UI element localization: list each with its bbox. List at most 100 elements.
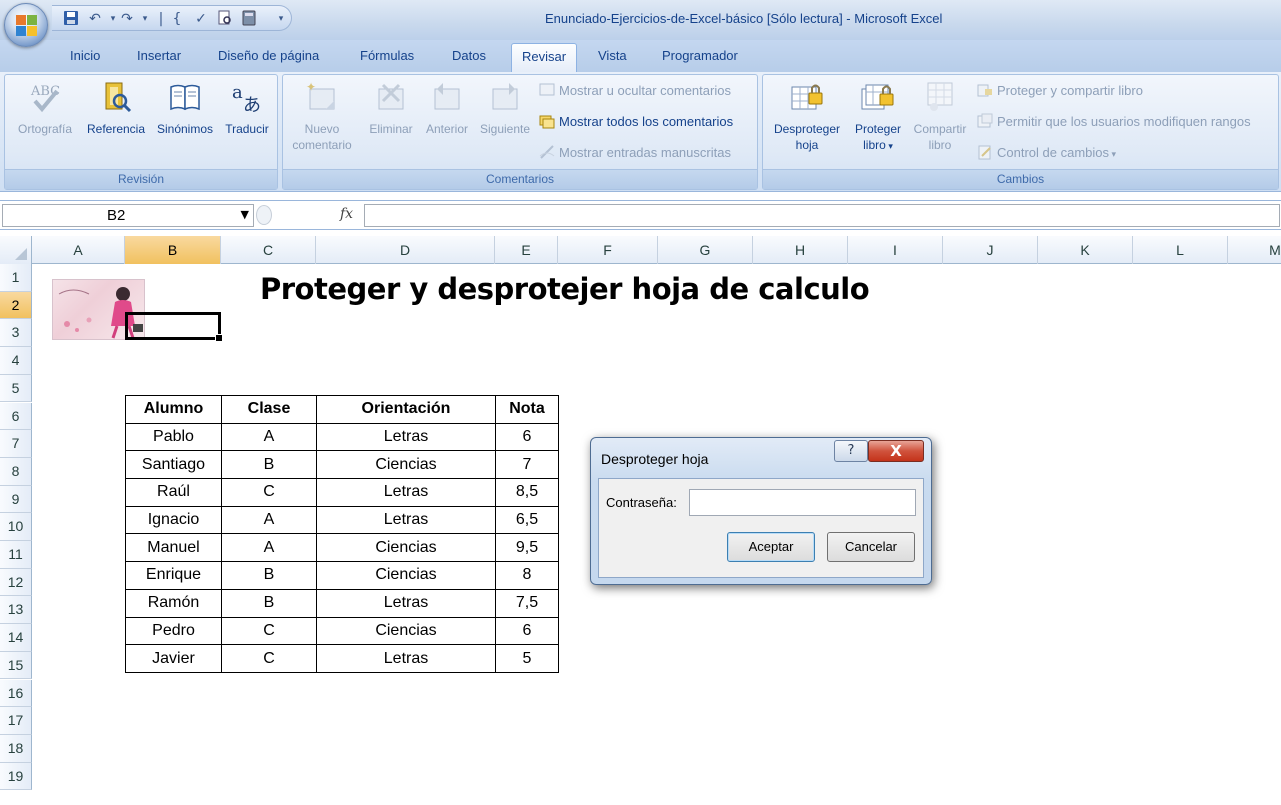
tab-formulas[interactable]: Fórmulas [360,48,414,63]
close-button[interactable]: X [868,440,924,462]
row-header-12[interactable]: 12 [0,568,32,597]
anterior-comentario-button[interactable]: Anterior [419,79,475,137]
row-header-8[interactable]: 8 [0,457,32,486]
row-header-9[interactable]: 9 [0,485,32,514]
row-header-17[interactable]: 17 [0,707,32,735]
row-header-2[interactable]: 2 [0,291,32,320]
cell-clase[interactable]: B [221,561,317,590]
save-icon[interactable] [62,10,80,28]
header-nota[interactable]: Nota [495,395,559,424]
cell-nota[interactable]: 7 [495,450,559,480]
row-header-1[interactable]: 1 [0,264,32,292]
tab-revisar[interactable]: Revisar [511,43,578,73]
column-header-a[interactable]: A [32,236,125,264]
tab-programador[interactable]: Programador [662,48,738,63]
cell-alumno[interactable]: Raúl [125,478,222,507]
cell-nota[interactable]: 6 [495,616,559,646]
control-cambios-button[interactable]: Control de cambios ▾ [977,143,1116,163]
ortografia-button[interactable]: ABC Ortografía [9,79,81,137]
help-button[interactable]: ? [834,440,868,462]
column-header-e[interactable]: E [495,236,558,264]
referencia-button[interactable]: Referencia [82,79,150,137]
column-header-b[interactable]: B [125,236,221,264]
cell-orientacion[interactable]: Ciencias [316,450,496,480]
cell-nota[interactable]: 6,5 [495,505,559,535]
mostrar-entradas-manuscritas-button[interactable]: Mostrar entradas manuscritas [539,143,731,163]
tab-diseno-pagina[interactable]: Diseño de página [218,48,319,63]
row-header-16[interactable]: 16 [0,679,32,708]
aceptar-button[interactable]: Aceptar [727,532,815,562]
row-header-7[interactable]: 7 [0,430,32,458]
cell-alumno[interactable]: Enrique [125,561,222,590]
cell-nota[interactable]: 9,5 [495,533,559,563]
column-header-k[interactable]: K [1038,236,1133,264]
cell-clase[interactable]: C [221,644,317,673]
permitir-usuarios-rangos-button[interactable]: Permitir que los usuarios modifiquen ran… [977,112,1251,132]
column-header-m[interactable]: M [1228,236,1281,264]
cell-alumno[interactable]: Javier [125,644,222,673]
tab-vista[interactable]: Vista [598,48,627,63]
row-header-6[interactable]: 6 [0,402,32,431]
header-alumno[interactable]: Alumno [125,395,222,424]
cell-clase[interactable]: C [221,616,317,646]
cell-nota[interactable]: 7,5 [495,588,559,618]
tab-insertar[interactable]: Insertar [137,48,181,63]
sinonimos-button[interactable]: Sinónimos [151,79,219,137]
header-clase[interactable]: Clase [221,395,317,424]
traducir-button[interactable]: aあ Traducir [219,79,275,137]
tab-inicio[interactable]: Inicio [70,48,100,63]
column-header-j[interactable]: J [943,236,1038,264]
customize-qat-icon[interactable]: ▾ [272,10,290,28]
cell-orientacion[interactable]: Ciencias [316,533,496,563]
column-header-l[interactable]: L [1133,236,1228,264]
formula-bar-grip-icon[interactable] [256,205,272,225]
siguiente-comentario-button[interactable]: Siguiente [475,79,535,137]
cell-clase[interactable]: A [221,533,317,563]
redo-icon[interactable]: ↷ [118,10,136,28]
cell-alumno[interactable]: Santiago [125,450,222,480]
cell-nota[interactable]: 8,5 [495,478,559,507]
row-header-19[interactable]: 19 [0,762,32,791]
row-header-5[interactable]: 5 [0,374,32,403]
column-header-i[interactable]: I [848,236,943,264]
brace-icon[interactable]: { [168,10,186,28]
column-header-f[interactable]: F [558,236,658,264]
select-all-button[interactable] [0,236,32,264]
row-header-11[interactable]: 11 [0,541,32,569]
row-header-10[interactable]: 10 [0,513,32,541]
proteger-libro-button[interactable]: Proteger libro ▾ [849,79,907,154]
proteger-compartir-libro-button[interactable]: Proteger y compartir libro [977,81,1143,101]
compartir-libro-button[interactable]: Compartir libro [907,79,973,153]
insert-function-button[interactable]: fx [340,206,353,222]
name-box[interactable]: B2 ▼ [2,204,254,227]
row-header-3[interactable]: 3 [0,319,32,348]
cell-orientacion[interactable]: Letras [316,422,496,452]
name-box-dropdown-icon[interactable]: ▼ [241,208,249,221]
cell-alumno[interactable]: Ramón [125,588,222,618]
tab-datos[interactable]: Datos [452,48,486,63]
mostrar-todos-comentarios-button[interactable]: Mostrar todos los comentarios [539,112,733,132]
column-header-g[interactable]: G [658,236,753,264]
selected-cell-b2[interactable] [125,312,223,342]
cell-clase[interactable]: C [221,478,317,507]
cell-clase[interactable]: B [221,588,317,618]
password-input[interactable] [689,489,916,516]
cell-clase[interactable]: B [221,450,317,480]
office-button[interactable] [4,3,48,47]
eliminar-comentario-button[interactable]: Eliminar [363,79,419,137]
column-header-d[interactable]: D [316,236,495,264]
cell-alumno[interactable]: Ignacio [125,505,222,535]
cell-nota[interactable]: 8 [495,561,559,590]
nuevo-comentario-button[interactable]: ✦ Nuevo comentario [287,79,357,153]
cell-orientacion[interactable]: Letras [316,588,496,618]
cell-nota[interactable]: 5 [495,644,559,673]
row-header-13[interactable]: 13 [0,596,32,625]
desproteger-hoja-button[interactable]: Desproteger hoja [767,79,847,153]
print-preview-icon[interactable] [216,10,234,28]
spelling-icon[interactable]: ✓ [192,10,210,28]
cell-orientacion[interactable]: Letras [316,478,496,507]
row-header-14[interactable]: 14 [0,624,32,652]
cell-orientacion[interactable]: Letras [316,644,496,673]
row-header-15[interactable]: 15 [0,651,32,680]
cell-nota[interactable]: 6 [495,422,559,452]
